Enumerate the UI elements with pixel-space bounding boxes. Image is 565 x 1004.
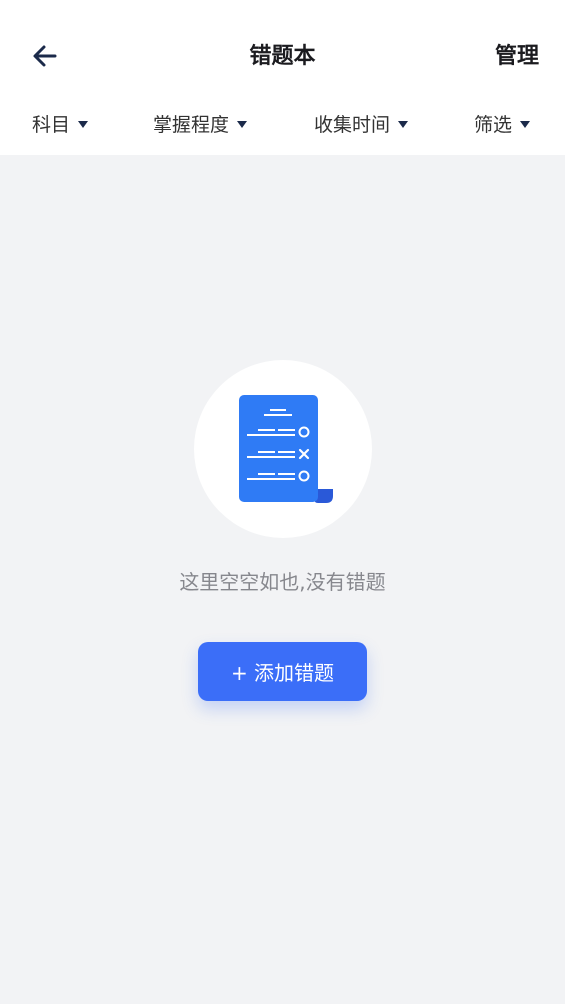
manage-button[interactable]: 管理	[495, 38, 539, 70]
filter-more-label: 筛选	[474, 113, 513, 136]
empty-illustration	[194, 360, 372, 538]
filter-collect-time-label: 收集时间	[314, 113, 391, 136]
filter-subject[interactable]: 科目	[32, 108, 89, 138]
caret-down-icon	[520, 120, 531, 128]
caret-down-icon	[398, 120, 409, 128]
header: 错题本 管理 科目 掌握程度 收集时间 筛选	[0, 0, 565, 155]
filter-mastery[interactable]: 掌握程度	[153, 108, 248, 138]
caret-down-icon	[237, 120, 248, 128]
document-checklist-icon	[239, 395, 333, 503]
page-title: 错题本	[249, 44, 316, 69]
filter-more[interactable]: 筛选	[474, 108, 531, 138]
app-root: 错题本 管理 科目 掌握程度 收集时间 筛选 这里空空如也,没有错题 + 添加错…	[0, 0, 565, 1004]
empty-message: 这里空空如也,没有错题	[179, 570, 386, 594]
add-mistake-button[interactable]: + 添加错题	[198, 642, 367, 701]
filter-collect-time[interactable]: 收集时间	[314, 108, 409, 138]
caret-down-icon	[78, 120, 89, 128]
filter-subject-label: 科目	[32, 113, 71, 136]
filter-mastery-label: 掌握程度	[153, 113, 230, 136]
